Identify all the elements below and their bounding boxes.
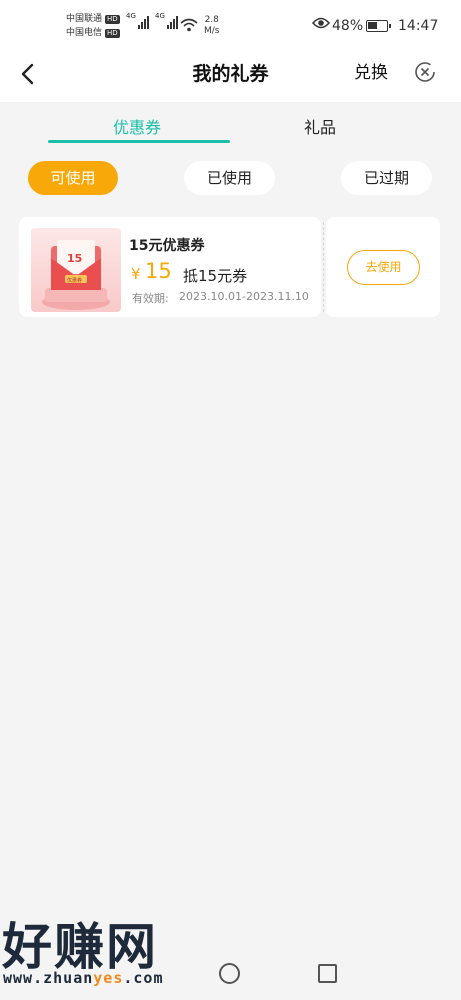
- recents-square-icon[interactable]: [318, 964, 337, 983]
- coupon-name: 15元优惠券: [129, 238, 205, 254]
- watermark-url: www.zhuanyes.com: [3, 969, 164, 987]
- filter-expired[interactable]: 已过期: [341, 161, 432, 195]
- watermark-url-part2: .com: [123, 969, 164, 987]
- carrier-2: 中国电信: [66, 28, 103, 38]
- carrier-1: 中国联通: [66, 14, 103, 24]
- use-coupon-button[interactable]: 去使用: [347, 250, 420, 285]
- close-circle-icon[interactable]: [414, 61, 436, 83]
- tab-gifts[interactable]: 礼品: [304, 114, 336, 138]
- coupon-valid-range: 2023.10.01-2023.11.10: [179, 290, 309, 303]
- page-title: 我的礼券: [192, 63, 269, 85]
- filter-used[interactable]: 已使用: [184, 161, 275, 195]
- status-bar: 中国联通 HD 中国电信 HD 4G 4G 2.8 M/s 48% 14:47: [0, 0, 461, 50]
- coupon-divider: [323, 222, 324, 312]
- coupon-valid-label: 有效期:: [132, 292, 169, 305]
- tab-bar: 优惠券 礼品: [0, 102, 461, 148]
- signal-icon: 4G 4G: [126, 12, 178, 29]
- signal-tag: 4G: [126, 12, 136, 20]
- tab-coupons[interactable]: 优惠券: [113, 114, 161, 138]
- carrier-info: 中国联通 HD 中国电信 HD: [66, 12, 120, 40]
- app-header: 我的礼券 兑换: [0, 50, 461, 102]
- filter-available[interactable]: 可使用: [28, 161, 118, 195]
- home-circle-icon[interactable]: [219, 963, 240, 984]
- net-speed-value: 2.8: [204, 15, 219, 25]
- coupon-thumbnail: 15 优惠券: [31, 228, 121, 312]
- clock: 14:47: [398, 18, 439, 34]
- hd-badge: HD: [105, 28, 120, 38]
- network-speed: 2.8 M/s: [204, 15, 220, 37]
- thumb-tag: 优惠券: [67, 277, 82, 284]
- watermark-url-part1: www.zhuan: [3, 969, 94, 987]
- battery-percent: 48%: [332, 18, 364, 34]
- signal-tag: 4G: [155, 12, 165, 20]
- watermark-url-highlight: yes: [93, 969, 124, 987]
- coupon-currency: ¥: [131, 265, 141, 283]
- wifi-icon: [180, 18, 198, 36]
- thumb-number: 15: [67, 252, 82, 265]
- net-speed-unit: M/s: [204, 26, 220, 36]
- coupon-description: 抵15元券: [183, 267, 248, 285]
- exchange-button[interactable]: 兑换: [354, 58, 388, 83]
- active-tab-indicator: [48, 140, 230, 143]
- watermark-logo: 好赚网: [2, 918, 158, 976]
- hd-badge: HD: [105, 14, 120, 24]
- coupon-amount: 15: [145, 259, 172, 283]
- eye-icon: [311, 17, 331, 33]
- battery-icon: [366, 20, 391, 32]
